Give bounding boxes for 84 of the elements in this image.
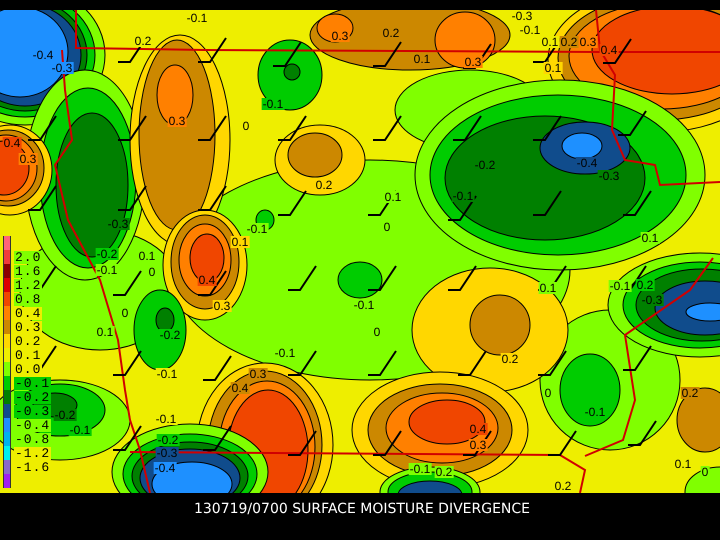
contour-label: -0.4 — [576, 157, 598, 169]
legend-label: 2.0 — [14, 250, 42, 264]
contour-label: 0.1 — [674, 458, 692, 470]
contour-label: 0.1 — [640, 232, 660, 244]
contour-label: -0.1 — [186, 12, 208, 24]
contour-label: 0.3 — [464, 56, 482, 68]
contour-label: 0.3 — [468, 439, 488, 451]
contour-label: -0.2 — [158, 329, 182, 341]
legend-label: -0.4 — [14, 418, 52, 432]
contour-label: -0.3 — [598, 170, 620, 182]
map-caption: 130719/0700 SURFACE MOISTURE DIVERGENCE — [194, 502, 530, 516]
contour-label: 0.3 — [168, 115, 186, 127]
contour-label: 0.1 — [540, 36, 560, 48]
contour-label: 0 — [242, 120, 250, 132]
contour-label: 0.1 — [138, 250, 156, 262]
contour-label: 0 — [700, 466, 710, 478]
contour-label: -0.1 — [518, 24, 542, 36]
legend-label: -0.3 — [14, 404, 52, 418]
contour-label: 0.4 — [468, 423, 488, 435]
contour-label: 0.4 — [600, 44, 618, 56]
contour-label: 0 — [148, 266, 156, 278]
contour-label: 0.3 — [248, 368, 268, 380]
legend-label: 0.4 — [14, 306, 42, 320]
contour-label: 0.3 — [212, 300, 232, 312]
contour-label: -0.3 — [106, 218, 130, 230]
contour-label: 0.2 — [554, 480, 572, 492]
contour-label: 0.2 — [500, 353, 520, 365]
contour-label: 0.4 — [230, 382, 250, 394]
contour-label: -0.3 — [640, 294, 664, 306]
contour-label: 0.1 — [538, 282, 558, 294]
contour-label: -0.1 — [608, 280, 632, 292]
contour-label: 0.1 — [384, 191, 402, 203]
contour-label: -0.4 — [32, 49, 54, 61]
contour-label: -0.4 — [154, 462, 176, 474]
legend-label: 1.2 — [14, 278, 42, 292]
contour-label: 0 — [372, 326, 382, 338]
contour-label: 0.1 — [544, 62, 562, 74]
contour-label: 0.2 — [560, 36, 578, 48]
legend-label: 0.0 — [14, 362, 42, 376]
contour-label: 0 — [120, 307, 130, 319]
contour-label: -0.1 — [584, 406, 606, 418]
contour-label: -0.1 — [274, 347, 296, 359]
legend-label: 0.3 — [14, 320, 42, 334]
legend-label: -0.8 — [14, 432, 52, 446]
legend-label: -1.2 — [14, 446, 52, 460]
contour-label: 0.2 — [680, 387, 700, 399]
contour-label: 0.4 — [2, 137, 22, 149]
contour-label: -0.3 — [50, 62, 74, 74]
legend-label: 1.6 — [14, 264, 42, 278]
contour-label: -0.1 — [68, 424, 92, 436]
legend-label: -0.1 — [14, 376, 52, 390]
contour-label: 0.3 — [330, 30, 350, 42]
contour-label: -0.2 — [54, 409, 76, 421]
legend-label: 0.1 — [14, 348, 42, 362]
contour-label: 0.1 — [96, 326, 114, 338]
contour-label: -0.1 — [154, 413, 178, 425]
contour-label: 0.2 — [636, 279, 654, 291]
contour-label: 0.1 — [230, 236, 250, 248]
contour-label: 0.1 — [412, 53, 432, 65]
contour-label: 0.4 — [198, 274, 216, 286]
contour-label: 0.2 — [134, 35, 152, 47]
contour-label: 0.2 — [434, 466, 454, 478]
legend-label: -1.6 — [14, 460, 52, 474]
contour-label: -0.3 — [156, 447, 178, 459]
contour-label: 0.3 — [578, 36, 598, 48]
contour-label: -0.2 — [96, 248, 118, 260]
contour-label: -0.2 — [156, 434, 180, 446]
legend-label: -0.2 — [14, 390, 52, 404]
contour-label: -0.1 — [352, 299, 376, 311]
contour-label: -0.1 — [156, 368, 178, 380]
contour-label: -0.1 — [452, 190, 474, 202]
contour-label: -0.1 — [408, 463, 432, 475]
contour-label: 0 — [382, 221, 392, 233]
contour-label: -0.1 — [262, 98, 284, 110]
legend-label: 0.2 — [14, 334, 42, 348]
contour-label: -0.2 — [474, 159, 496, 171]
contour-label: 0.2 — [382, 27, 400, 39]
contour-label: 0.3 — [18, 153, 38, 165]
legend-label: 0.8 — [14, 292, 42, 306]
contour-label: -0.3 — [510, 10, 534, 22]
contour-label: -0.1 — [246, 223, 268, 235]
contour-label: 0 — [544, 387, 552, 399]
contour-label: -0.1 — [96, 264, 118, 276]
contour-label: 0.2 — [314, 179, 334, 191]
